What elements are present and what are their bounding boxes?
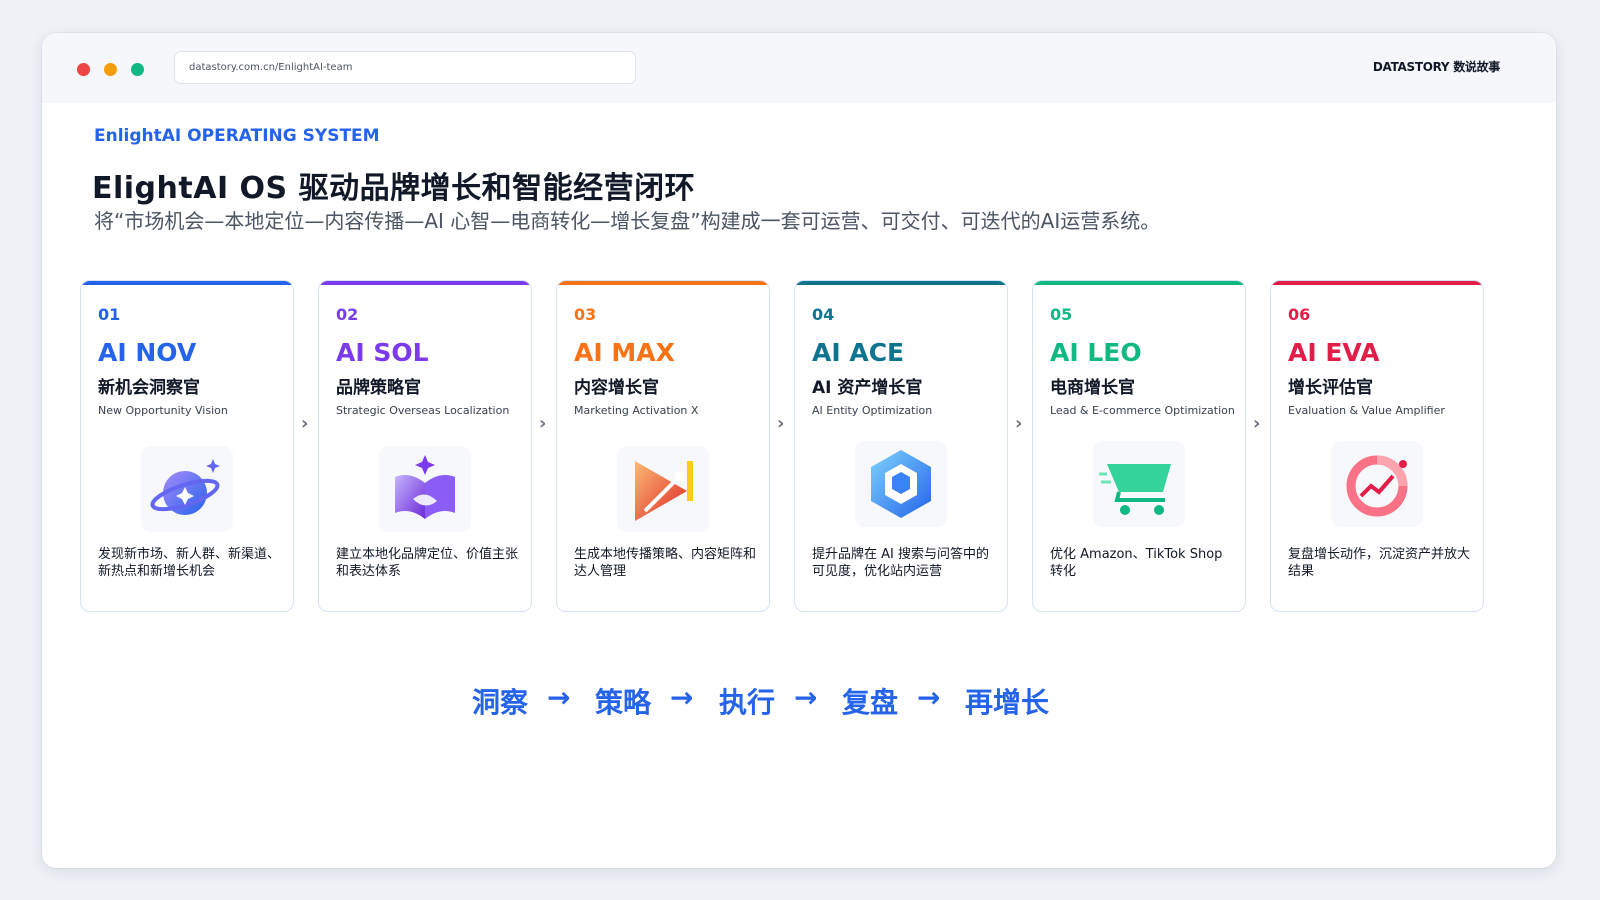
agent-card-sol[interactable]: 02 AI SOL 品牌策略官 Strategic Overseas Local… [318, 280, 532, 612]
card-number: 01 [98, 305, 121, 324]
card-description: 复盘增长动作，沉淀资产并放大结果 [1288, 547, 1471, 579]
agent-card-nov[interactable]: 01 AI NOV 新机会洞察官 New Opportunity Vision … [80, 280, 294, 612]
arrow-right-icon: → [670, 681, 694, 714]
card-accent-bar [795, 281, 1007, 285]
agent-card-ace[interactable]: 04 AI ACE AI 资产增长官 AI Entity Optimizatio… [794, 280, 1008, 612]
planet-icon [141, 446, 233, 532]
browser-window: datastory.com.cn/EnlightAI-team DATASTOR… [42, 33, 1556, 868]
card-number: 05 [1050, 305, 1073, 324]
play-growth-icon [617, 446, 709, 532]
maximize-window-button[interactable] [131, 63, 144, 76]
arrow-right-icon: → [547, 681, 571, 714]
card-code: AI LEO [1050, 338, 1142, 367]
book-sparkle-icon [379, 446, 471, 532]
agent-card-max[interactable]: 03 AI MAX 内容增长官 Marketing Activation X 生… [556, 280, 770, 612]
arrow-right-icon: → [917, 681, 941, 714]
agent-card-leo[interactable]: 05 AI LEO 电商增长官 Lead & E-commerce Optimi… [1032, 280, 1246, 612]
brand-logo: DATASTORY 数说故事 [1372, 60, 1500, 74]
card-role: 增长评估官 [1288, 378, 1373, 398]
card-code: AI SOL [336, 338, 429, 367]
minimize-window-button[interactable] [104, 63, 117, 76]
card-role: AI 资产增长官 [812, 378, 923, 398]
hexagon-cube-icon [855, 441, 947, 527]
card-number: 02 [336, 305, 359, 324]
growth-ring-icon [1331, 441, 1423, 527]
flow-step-regrow: 再增长 [965, 686, 1050, 719]
arrow-right-icon: → [794, 681, 818, 714]
card-english-name: New Opportunity Vision [98, 404, 228, 417]
card-role: 电商增长官 [1050, 378, 1135, 398]
card-description: 提升品牌在 AI 搜索与问答中的可见度，优化站内运营 [812, 547, 989, 579]
card-accent-bar [81, 281, 293, 285]
card-role: 内容增长官 [574, 378, 659, 398]
section-kicker: EnlightAI OPERATING SYSTEM [94, 126, 380, 146]
card-description: 建立本地化品牌定位、价值主张和表达体系 [336, 547, 519, 579]
card-role: 新机会洞察官 [98, 378, 200, 398]
card-english-name: Marketing Activation X [574, 404, 699, 417]
close-window-button[interactable] [77, 63, 90, 76]
card-code: AI NOV [98, 338, 197, 367]
card-accent-bar [1271, 281, 1483, 285]
chevron-right-icon: › [301, 413, 309, 434]
card-number: 03 [574, 305, 597, 324]
card-code: AI EVA [1288, 338, 1380, 367]
browser-toolbar: datastory.com.cn/EnlightAI-team DATASTOR… [42, 33, 1556, 103]
card-english-name: Evaluation & Value Amplifier [1288, 404, 1445, 417]
card-english-name: AI Entity Optimization [812, 404, 933, 417]
chevron-right-icon: › [1015, 413, 1023, 434]
flow-step-insight: 洞察 [472, 686, 529, 719]
chevron-right-icon: › [1253, 413, 1261, 434]
card-english-name: Lead & E-commerce Optimization [1050, 404, 1235, 417]
page-subtitle: 将“市场机会—本地定位—内容传播—AI 心智—电商转化—增长复盘”构建成一套可运… [94, 209, 1161, 233]
card-description: 生成本地传播策略、内容矩阵和达人管理 [574, 547, 757, 579]
card-description: 发现新市场、新人群、新渠道、新热点和新增长机会 [98, 547, 281, 579]
card-code: AI ACE [812, 338, 905, 367]
address-bar[interactable]: datastory.com.cn/EnlightAI-team [174, 51, 636, 84]
card-english-name: Strategic Overseas Localization [336, 404, 510, 417]
shopping-cart-icon [1093, 441, 1185, 527]
agent-card-eva[interactable]: 06 AI EVA 增长评估官 Evaluation & Value Ampli… [1270, 280, 1484, 612]
flow-step-execute: 执行 [719, 686, 776, 719]
chevron-right-icon: › [777, 413, 785, 434]
card-accent-bar [557, 281, 769, 285]
card-accent-bar [1033, 281, 1245, 285]
flow-step-strategy: 策略 [595, 686, 652, 719]
card-number: 06 [1288, 305, 1311, 324]
card-number: 04 [812, 305, 835, 324]
card-role: 品牌策略官 [336, 378, 421, 398]
card-accent-bar [319, 281, 531, 285]
card-code: AI MAX [574, 338, 675, 367]
card-description: 优化 Amazon、TikTok Shop 转化 [1050, 547, 1223, 579]
flow-step-review: 复盘 [842, 686, 899, 719]
page-title: ElightAI OS 驱动品牌增长和智能经营闭环 [92, 171, 696, 206]
chevron-right-icon: › [539, 413, 547, 434]
